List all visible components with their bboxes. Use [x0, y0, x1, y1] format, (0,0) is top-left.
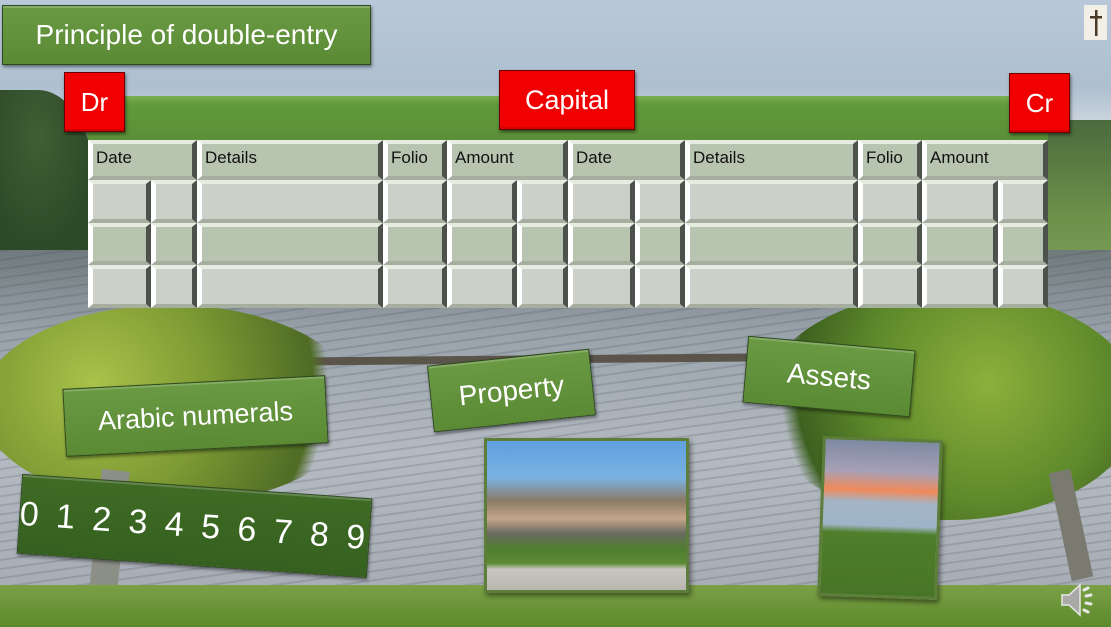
backyard-photo [817, 435, 943, 601]
ledger-cell [998, 223, 1048, 265]
ledger-cell [197, 223, 383, 265]
crucifix-glyph [1089, 9, 1102, 36]
account-name-badge: Capital [499, 70, 635, 130]
ledger-cell [858, 180, 922, 223]
arabic-numerals-label: Arabic numerals [62, 375, 329, 457]
ledger-cell [517, 223, 568, 265]
column-label: Folio [866, 148, 903, 167]
ledger-cell [635, 265, 685, 308]
column-label: Date [96, 148, 132, 167]
ledger-cell [88, 180, 151, 223]
ledger-cell [858, 223, 922, 265]
speaker-glyph [1061, 583, 1093, 617]
ledger-cell [197, 180, 383, 223]
ledger-cell [922, 265, 998, 308]
ledger-cell [447, 180, 517, 223]
ledger-cell [568, 180, 635, 223]
ledger-cell [568, 223, 635, 265]
ledger-cell [88, 223, 151, 265]
ledger-cell [685, 265, 858, 308]
ledger-cell [922, 180, 998, 223]
header-folio-dr: Folio [383, 140, 447, 180]
ledger-cell [998, 265, 1048, 308]
header-details-cr: Details [685, 140, 858, 180]
column-label: Amount [455, 148, 514, 167]
ledger-cell [197, 265, 383, 308]
ledger-cell [151, 265, 197, 308]
ledger-cell [635, 180, 685, 223]
speaker-icon[interactable] [1058, 582, 1098, 618]
debit-badge: Dr [64, 72, 125, 132]
ledger-cell [447, 223, 517, 265]
header-details-dr: Details [197, 140, 383, 180]
ledger-cell [447, 265, 517, 308]
ledger-cell [517, 180, 568, 223]
header-date-cr: Date [568, 140, 685, 180]
header-amount-dr: Amount [447, 140, 568, 180]
ledger-cell [685, 223, 858, 265]
ledger-cell [383, 223, 447, 265]
column-label: Folio [391, 148, 428, 167]
ledger-cell [151, 223, 197, 265]
ledger-cell [568, 265, 635, 308]
column-label: Amount [930, 148, 989, 167]
credit-badge: Cr [1009, 73, 1070, 133]
column-label: Details [205, 148, 257, 167]
ledger-cell [922, 223, 998, 265]
slide-title: Principle of double-entry [2, 5, 371, 65]
column-label: Details [693, 148, 745, 167]
header-folio-cr: Folio [858, 140, 922, 180]
header-amount-cr: Amount [922, 140, 1048, 180]
ledger-cell [88, 265, 151, 308]
ledger-cell [635, 223, 685, 265]
column-label: Date [576, 148, 612, 167]
ledger-cell [151, 180, 197, 223]
slide: Principle of double-entry Dr Capital Cr … [0, 0, 1111, 627]
crucifix-icon[interactable] [1084, 5, 1107, 40]
ledger-cell [383, 265, 447, 308]
ledger-cell [517, 265, 568, 308]
header-date-dr: Date [88, 140, 197, 180]
house-photo [484, 438, 689, 593]
ledger-cell [998, 180, 1048, 223]
ledger-table: Date Details Folio Amount Date Details F… [88, 140, 1048, 308]
ledger-cell [858, 265, 922, 308]
ledger-cell [685, 180, 858, 223]
ledger-cell [383, 180, 447, 223]
